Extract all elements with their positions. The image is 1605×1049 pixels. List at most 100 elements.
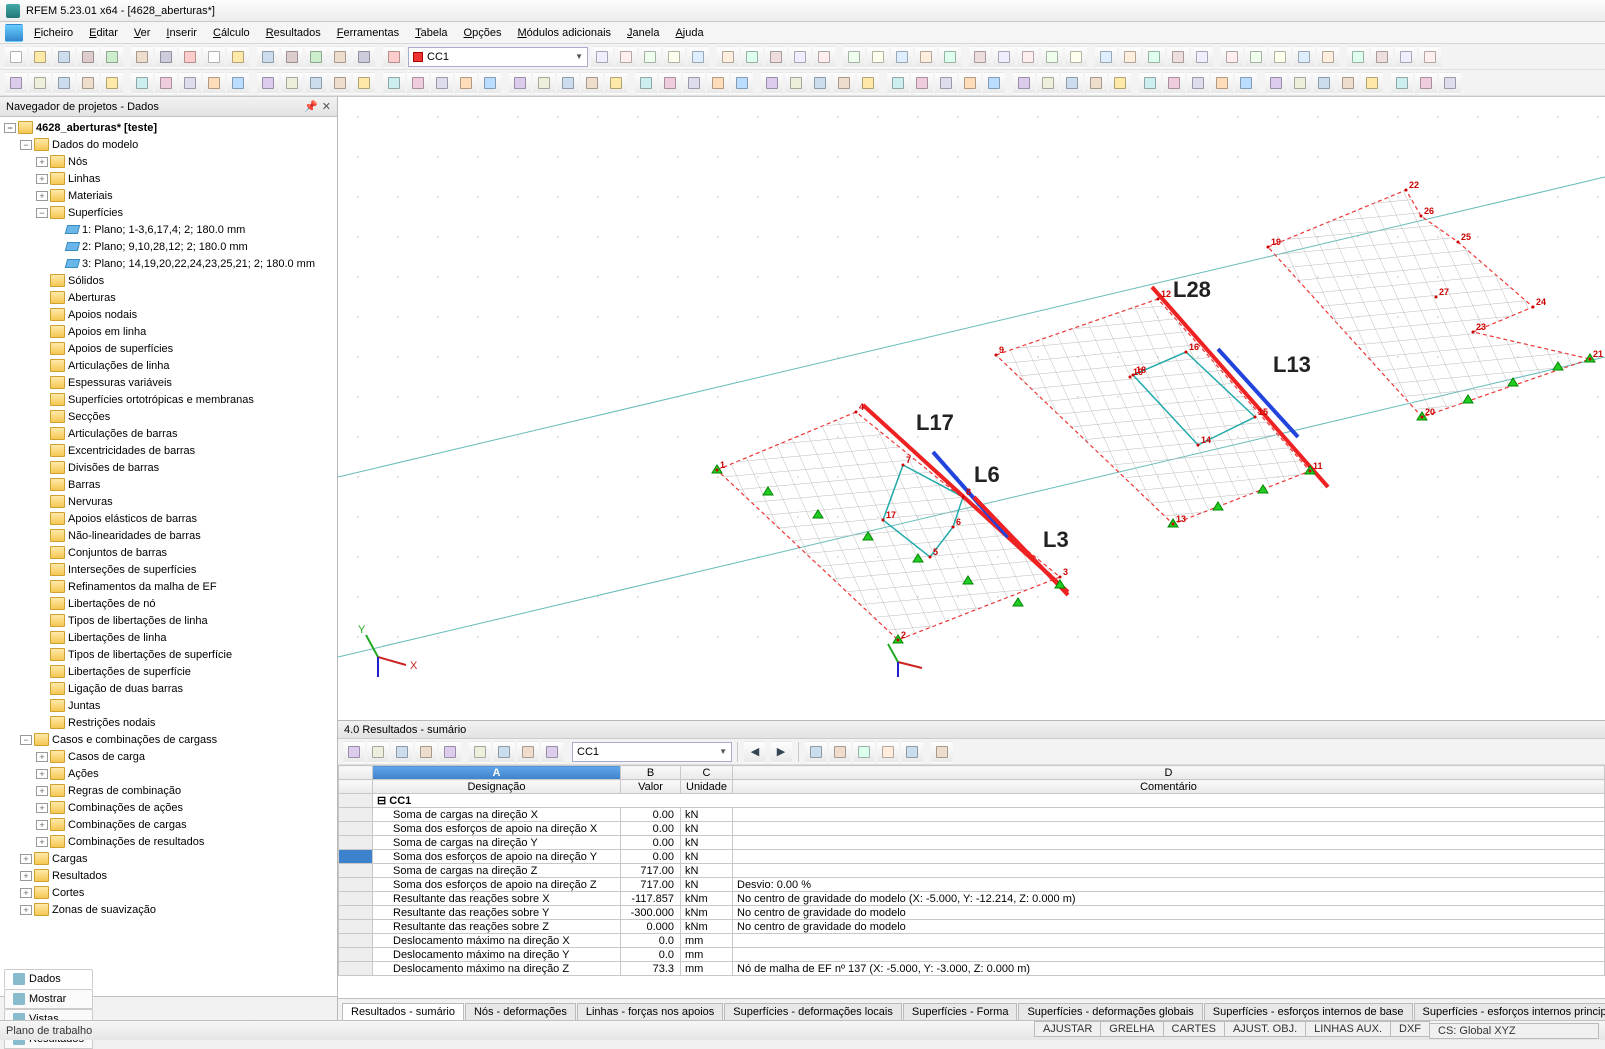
toolbar-button[interactable] <box>353 46 375 68</box>
menu-ajuda[interactable]: Ajuda <box>667 25 711 41</box>
tree-item[interactable]: 1: Plano; 1-3,6,17,4; 2; 180.0 mm <box>0 221 337 238</box>
tree-twisty-icon[interactable] <box>36 310 48 320</box>
table-row[interactable]: Deslocamento máximo na direção X0.0mm <box>339 934 1605 948</box>
tree-item[interactable]: 3: Plano; 14,19,20,22,24,23,25,21; 2; 18… <box>0 255 337 272</box>
tree-twisty-icon[interactable] <box>36 667 48 677</box>
toolbar-button[interactable] <box>131 46 153 68</box>
tree-twisty-icon[interactable]: + <box>36 837 48 847</box>
toolbar-button[interactable] <box>683 72 705 94</box>
menu-janela[interactable]: Janela <box>619 25 667 41</box>
tree-twisty-icon[interactable] <box>36 718 48 728</box>
toolbar-button[interactable] <box>479 72 501 94</box>
toolbar-button[interactable] <box>203 46 225 68</box>
tree-item[interactable]: Libertações de superfície <box>0 663 337 680</box>
toolbar-button[interactable] <box>155 72 177 94</box>
toolbar-button[interactable] <box>939 46 961 68</box>
menu-ficheiro[interactable]: Ficheiro <box>26 25 81 41</box>
results-tab[interactable]: Superfícies - deformações locais <box>724 1003 902 1020</box>
col-header[interactable]: Designação <box>373 780 621 794</box>
toolbar-button[interactable] <box>1337 72 1359 94</box>
toolbar-button[interactable] <box>761 72 783 94</box>
toolbar-button[interactable] <box>707 72 729 94</box>
toolbar-button[interactable] <box>5 46 27 68</box>
tree-item[interactable]: Superfícies ortotrópicas e membranas <box>0 391 337 408</box>
toolbar-button[interactable] <box>931 741 953 763</box>
tree-twisty-icon[interactable]: − <box>36 208 48 218</box>
tree-item[interactable]: +Combinações de ações <box>0 799 337 816</box>
navigator-tab-dados[interactable]: Dados <box>4 969 93 989</box>
tree-twisty-icon[interactable] <box>36 378 48 388</box>
tree-twisty-icon[interactable] <box>36 344 48 354</box>
toolbar-button[interactable] <box>911 72 933 94</box>
toolbar-button[interactable] <box>805 741 827 763</box>
tree-item[interactable]: −Superfícies <box>0 204 337 221</box>
toolbar-button[interactable] <box>853 741 875 763</box>
menu-tabela[interactable]: Tabela <box>407 25 455 41</box>
results-tab[interactable]: Superfícies - deformações globais <box>1018 1003 1202 1020</box>
menu-editar[interactable]: Editar <box>81 25 126 41</box>
toolbar-button[interactable] <box>687 46 709 68</box>
toolbar-button[interactable] <box>455 72 477 94</box>
tree-twisty-icon[interactable]: + <box>36 769 48 779</box>
tree-item[interactable]: Nervuras <box>0 493 337 510</box>
status-toggle[interactable]: DXF <box>1390 1021 1430 1037</box>
tree-twisty-icon[interactable]: + <box>36 191 48 201</box>
tree-item[interactable]: +Materiais <box>0 187 337 204</box>
tree-twisty-icon[interactable] <box>36 531 48 541</box>
toolbar-button[interactable] <box>367 741 389 763</box>
menu-inserir[interactable]: Inserir <box>158 25 205 41</box>
toolbar-button[interactable] <box>635 72 657 94</box>
toolbar-button[interactable] <box>203 72 225 94</box>
tree-item[interactable]: Tipos de libertações de superfície <box>0 646 337 663</box>
status-toggle[interactable]: LINHAS AUX. <box>1305 1021 1391 1037</box>
tree-item[interactable]: Não-linearidades de barras <box>0 527 337 544</box>
tree-item[interactable]: Divisões de barras <box>0 459 337 476</box>
col-letter[interactable]: D <box>733 766 1605 780</box>
toolbar-button[interactable] <box>663 46 685 68</box>
toolbar-button[interactable] <box>659 72 681 94</box>
toolbar-button[interactable] <box>1017 46 1039 68</box>
next-button[interactable]: ▶ <box>770 741 792 763</box>
toolbar-button[interactable] <box>383 72 405 94</box>
toolbar-button[interactable] <box>155 46 177 68</box>
tree-twisty-icon[interactable]: + <box>36 786 48 796</box>
col-header[interactable]: Valor <box>621 780 681 794</box>
tree-twisty-icon[interactable] <box>52 225 64 235</box>
tree-item[interactable]: +Cargas <box>0 850 337 867</box>
model-viewport[interactable]: XYZL28L13L17L6L3222625191227242391621181… <box>338 97 1605 720</box>
prev-button[interactable]: ◀ <box>744 741 766 763</box>
toolbar-button[interactable] <box>227 72 249 94</box>
toolbar-button[interactable] <box>305 46 327 68</box>
tree-item[interactable]: Conjuntos de barras <box>0 544 337 561</box>
toolbar-button[interactable] <box>1041 46 1063 68</box>
tree-item[interactable]: Restrições nodais <box>0 714 337 731</box>
toolbar-button[interactable] <box>1119 46 1141 68</box>
toolbar-button[interactable] <box>281 72 303 94</box>
results-tab[interactable]: Superfícies - esforços internos de base <box>1204 1003 1413 1020</box>
toolbar-button[interactable] <box>1143 46 1165 68</box>
toolbar-button[interactable] <box>639 46 661 68</box>
toolbar-button[interactable] <box>1265 72 1287 94</box>
toolbar-button[interactable] <box>731 72 753 94</box>
table-row[interactable]: Soma dos esforços de apoio na direção Y0… <box>339 850 1605 864</box>
tree-twisty-icon[interactable] <box>36 412 48 422</box>
toolbar-button[interactable] <box>1317 46 1339 68</box>
toolbar-button[interactable] <box>329 72 351 94</box>
tree-item[interactable]: Espessuras variáveis <box>0 374 337 391</box>
results-tab[interactable]: Linhas - forças nos apoios <box>577 1003 723 1020</box>
table-row[interactable]: Resultante das reações sobre Z0.000kNmNo… <box>339 920 1605 934</box>
toolbar-button[interactable] <box>29 72 51 94</box>
col-header[interactable]: Comentário <box>733 780 1605 794</box>
tree-twisty-icon[interactable]: − <box>20 140 32 150</box>
menu-cálculo[interactable]: Cálculo <box>205 25 258 41</box>
toolbar-button[interactable] <box>383 46 405 68</box>
toolbar-button[interactable] <box>935 72 957 94</box>
toolbar-button[interactable] <box>1245 46 1267 68</box>
tree-twisty-icon[interactable]: + <box>36 157 48 167</box>
toolbar-button[interactable] <box>1313 72 1335 94</box>
table-row[interactable]: Soma dos esforços de apoio na direção X0… <box>339 822 1605 836</box>
close-icon[interactable]: ✕ <box>322 100 331 113</box>
toolbar-button[interactable] <box>615 46 637 68</box>
tree-twisty-icon[interactable] <box>36 701 48 711</box>
tree-twisty-icon[interactable] <box>36 293 48 303</box>
